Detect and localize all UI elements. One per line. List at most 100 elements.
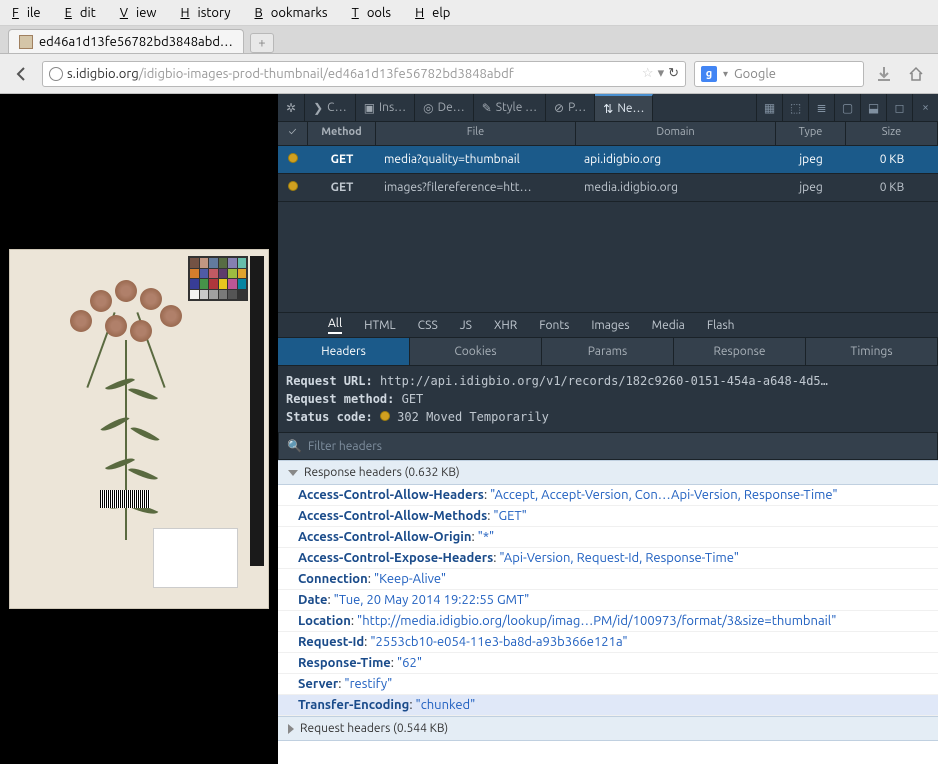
header-row[interactable]: Response-Time: "62" <box>278 653 938 674</box>
network-filter-tabs: All HTML CSS JS XHR Fonts Images Media F… <box>278 312 938 338</box>
filter-headers-input[interactable]: 🔍 Filter headers <box>278 432 938 460</box>
col-domain[interactable]: Domain <box>576 122 776 145</box>
menu-bar: File Edit View History Bookmarks Tools H… <box>0 0 938 26</box>
menu-edit[interactable]: Edit <box>57 3 112 23</box>
tab-bar: ed46a1d13fe56782bd3848abd… + <box>0 26 938 54</box>
menu-file[interactable]: File <box>4 3 57 23</box>
devtools-tab-inspector[interactable]: ▣ Ins… <box>356 94 415 121</box>
header-value: "62" <box>397 656 422 670</box>
filter-js[interactable]: JS <box>460 319 472 332</box>
favicon-icon <box>19 35 33 49</box>
header-value: "restify" <box>344 677 392 691</box>
cell-method: GET <box>308 149 376 170</box>
header-row[interactable]: Transfer-Encoding: "chunked" <box>278 695 938 716</box>
header-name: Connection <box>298 572 368 586</box>
twisty-closed-icon <box>288 724 294 734</box>
browser-tab[interactable]: ed46a1d13fe56782bd3848abd… <box>8 29 244 53</box>
detailtab-headers[interactable]: Headers <box>278 338 410 365</box>
cell-domain: media.idigbio.org <box>576 177 776 198</box>
status-dot-icon <box>380 411 390 421</box>
filter-flash[interactable]: Flash <box>707 319 735 332</box>
screenshot-icon[interactable]: ▢ <box>834 94 860 122</box>
menu-view[interactable]: View <box>112 3 173 23</box>
scale-ruler <box>250 256 264 566</box>
detailtab-timings[interactable]: Timings <box>806 338 938 365</box>
globe-icon <box>49 67 63 81</box>
detailtab-params[interactable]: Params <box>542 338 674 365</box>
header-row[interactable]: Access-Control-Allow-Methods: "GET" <box>278 506 938 527</box>
header-row[interactable]: Access-Control-Allow-Headers: "Accept, A… <box>278 485 938 506</box>
cell-size: 0 KB <box>846 149 938 170</box>
url-input[interactable]: s.idigbio.org/idigbio-images-prod-thumbn… <box>42 61 686 87</box>
bookmark-star-icon[interactable]: ☆ <box>642 66 654 81</box>
header-name: Access-Control-Allow-Headers <box>298 488 484 502</box>
status-dot-icon <box>288 153 298 163</box>
menu-help[interactable]: Help <box>407 3 466 23</box>
detail-tabs: Headers Cookies Params Response Timings <box>278 338 938 366</box>
request-summary: Request URL: http://api.idigbio.org/v1/r… <box>278 366 938 432</box>
filter-html[interactable]: HTML <box>364 319 396 332</box>
network-table: ✓ Method File Domain Type Size GETmedia?… <box>278 122 938 312</box>
dropdown-icon[interactable]: ▾ <box>658 66 665 81</box>
network-table-header: ✓ Method File Domain Type Size <box>278 122 938 146</box>
header-name: Date <box>298 593 327 607</box>
filter-fonts[interactable]: Fonts <box>539 319 569 332</box>
menu-history[interactable]: History <box>172 3 246 23</box>
dock-icon[interactable]: ⬓ <box>860 94 886 122</box>
header-row[interactable]: Server: "restify" <box>278 674 938 695</box>
header-value: "GET" <box>493 509 526 523</box>
devtools-tab-style[interactable]: ✎ Style … <box>474 94 546 121</box>
col-size[interactable]: Size <box>846 122 938 145</box>
col-method[interactable]: Method <box>308 122 376 145</box>
filter-images[interactable]: Images <box>591 319 629 332</box>
back-button[interactable] <box>10 62 34 86</box>
devtools-tab-debugger[interactable]: ◎ De… <box>415 94 474 121</box>
header-value: "Api-Version, Request-Id, Response-Time" <box>499 551 739 565</box>
network-row[interactable]: GETmedia?quality=thumbnailapi.idigbio.or… <box>278 146 938 174</box>
col-status[interactable]: ✓ <box>278 122 308 145</box>
paint-icon[interactable]: ≣ <box>808 94 834 122</box>
close-devtools-icon[interactable]: × <box>912 94 938 122</box>
cell-type: jpeg <box>776 149 846 170</box>
filter-all[interactable]: All <box>328 317 342 334</box>
col-type[interactable]: Type <box>776 122 846 145</box>
header-row[interactable]: Request-Id: "2553cb10-e054-11e3-ba8d-a93… <box>278 632 938 653</box>
filter-css[interactable]: CSS <box>418 319 438 332</box>
scratchpad-icon[interactable]: ▦ <box>756 94 782 122</box>
header-value: "Keep-Alive" <box>374 572 446 586</box>
detailtab-response[interactable]: Response <box>674 338 806 365</box>
header-row[interactable]: Date: "Tue, 20 May 2014 19:22:55 GMT" <box>278 590 938 611</box>
devtools-options-icon[interactable]: ✲ <box>278 94 305 121</box>
barcode <box>100 490 150 508</box>
header-value: "*" <box>478 530 495 544</box>
col-file[interactable]: File <box>376 122 576 145</box>
request-headers-toggle[interactable]: Request headers (0.544 KB) <box>278 716 938 741</box>
header-row[interactable]: Access-Control-Allow-Origin: "*" <box>278 527 938 548</box>
network-row[interactable]: GETimages?filereference=htt…media.idigbi… <box>278 174 938 202</box>
menu-tools[interactable]: Tools <box>344 3 408 23</box>
devtools-tab-console[interactable]: ❯ C… <box>305 94 356 121</box>
new-tab-button[interactable]: + <box>250 33 274 53</box>
filter-media[interactable]: Media <box>652 319 685 332</box>
response-headers-toggle[interactable]: Response headers (0.632 KB) <box>278 460 938 485</box>
header-row[interactable]: Access-Control-Expose-Headers: "Api-Vers… <box>278 548 938 569</box>
popout-icon[interactable]: ◻ <box>886 94 912 122</box>
menu-bookmarks[interactable]: Bookmarks <box>247 3 344 23</box>
header-row[interactable]: Connection: "Keep-Alive" <box>278 569 938 590</box>
reload-icon[interactable]: ↻ <box>668 66 679 81</box>
home-icon[interactable] <box>904 62 928 86</box>
status-dot-icon <box>288 181 298 191</box>
tab-title: ed46a1d13fe56782bd3848abd… <box>39 35 233 49</box>
google-icon: g <box>701 66 717 82</box>
responsive-icon[interactable]: ⬚ <box>782 94 808 122</box>
search-placeholder: Google <box>734 67 776 81</box>
cell-domain: api.idigbio.org <box>576 149 776 170</box>
header-name: Location <box>298 614 351 628</box>
header-row[interactable]: Location: "http://media.idigbio.org/look… <box>278 611 938 632</box>
detailtab-cookies[interactable]: Cookies <box>410 338 542 365</box>
search-input[interactable]: g ▾ Google <box>694 61 864 87</box>
devtools-tab-network[interactable]: ⇅ Ne… <box>595 94 653 121</box>
filter-xhr[interactable]: XHR <box>494 319 517 332</box>
devtools-tab-profiler[interactable]: ⊘ P… <box>546 94 595 121</box>
download-icon[interactable] <box>872 62 896 86</box>
